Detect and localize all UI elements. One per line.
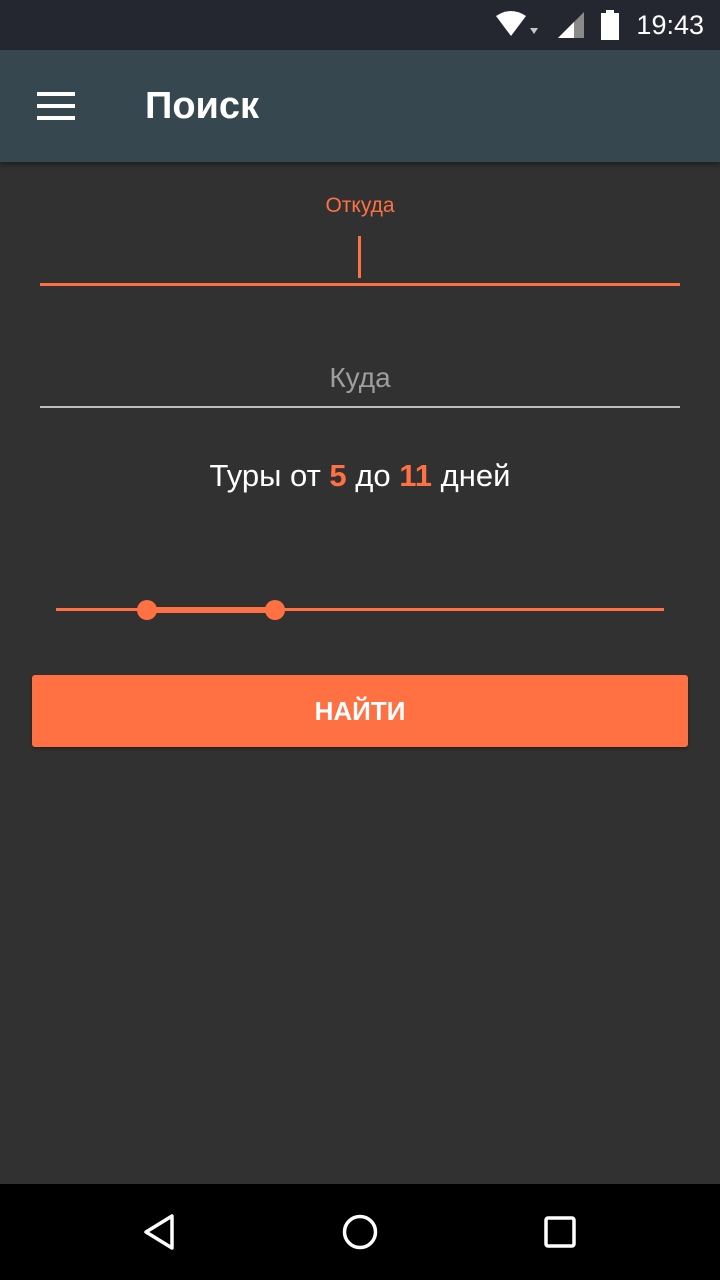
recents-icon [544,1216,576,1248]
range-suffix: дней [440,458,511,493]
app-toolbar: Поиск [0,50,720,162]
range-min-days: 5 [329,458,347,493]
slider-min-thumb[interactable] [137,600,158,620]
range-max-days: 11 [399,458,433,493]
navigation-bar [0,1184,720,1280]
slider-max-thumb[interactable] [264,600,285,620]
status-icons: 19:43 [494,0,704,50]
from-field-underline [40,283,680,286]
back-icon [144,1214,174,1250]
slider-active-track [147,607,275,613]
wifi-icon [496,11,539,36]
text-cursor [358,236,361,278]
to-field-placeholder: Куда [329,362,391,393]
hamburger-menu-icon [37,92,75,120]
to-field-underline [40,406,680,408]
status-bar: 19:43 [0,0,720,50]
duration-range-slider[interactable] [56,594,664,626]
range-prefix: Туры от [209,458,321,493]
duration-range-text: Туры от 5 до 11 дней [0,458,720,494]
page-title: Поиск [145,85,260,127]
recents-button[interactable] [526,1198,594,1266]
battery-icon [601,10,620,40]
status-time: 19:43 [636,9,704,40]
range-middle: до [355,458,391,493]
menu-button[interactable] [22,72,90,140]
home-button[interactable] [326,1198,394,1266]
from-field[interactable]: Откуда [40,190,680,288]
search-button[interactable]: НАЙТИ [32,675,688,747]
back-button[interactable] [126,1198,194,1266]
cell-signal-icon [558,12,585,38]
home-icon [342,1214,378,1250]
to-field[interactable]: Куда [40,350,680,410]
from-field-label: Откуда [325,194,395,217]
